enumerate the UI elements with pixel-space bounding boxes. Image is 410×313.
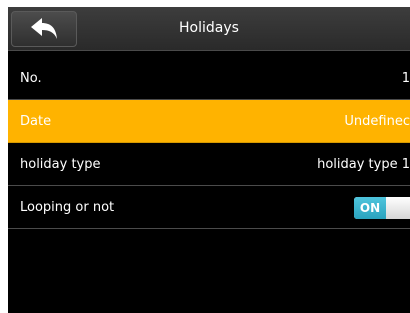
date-value: Undefinec [344,114,410,129]
holiday-type-value: holiday type 1 [317,157,410,172]
back-button[interactable] [11,11,77,47]
toggle-knob [386,197,410,219]
list-item-date[interactable]: Date Undefinec [8,100,410,143]
holiday-type-label: holiday type [20,157,101,172]
list-item-looping[interactable]: Looping or not ON [8,186,410,229]
title-bar: Holidays [8,7,410,51]
number-value: 1 [401,71,410,86]
date-label: Date [20,114,52,129]
looping-label: Looping or not [20,200,115,215]
holidays-screen: Holidays No. 1 Date Undefinec holiday ty… [8,7,410,313]
number-label: No. [20,71,42,86]
list-item-holiday-type[interactable]: holiday type holiday type 1 [8,143,410,186]
list-item-number[interactable]: No. 1 [8,57,410,100]
looping-toggle[interactable]: ON [354,197,410,219]
back-arrow-icon [29,17,59,41]
toggle-on-label: ON [354,197,386,219]
